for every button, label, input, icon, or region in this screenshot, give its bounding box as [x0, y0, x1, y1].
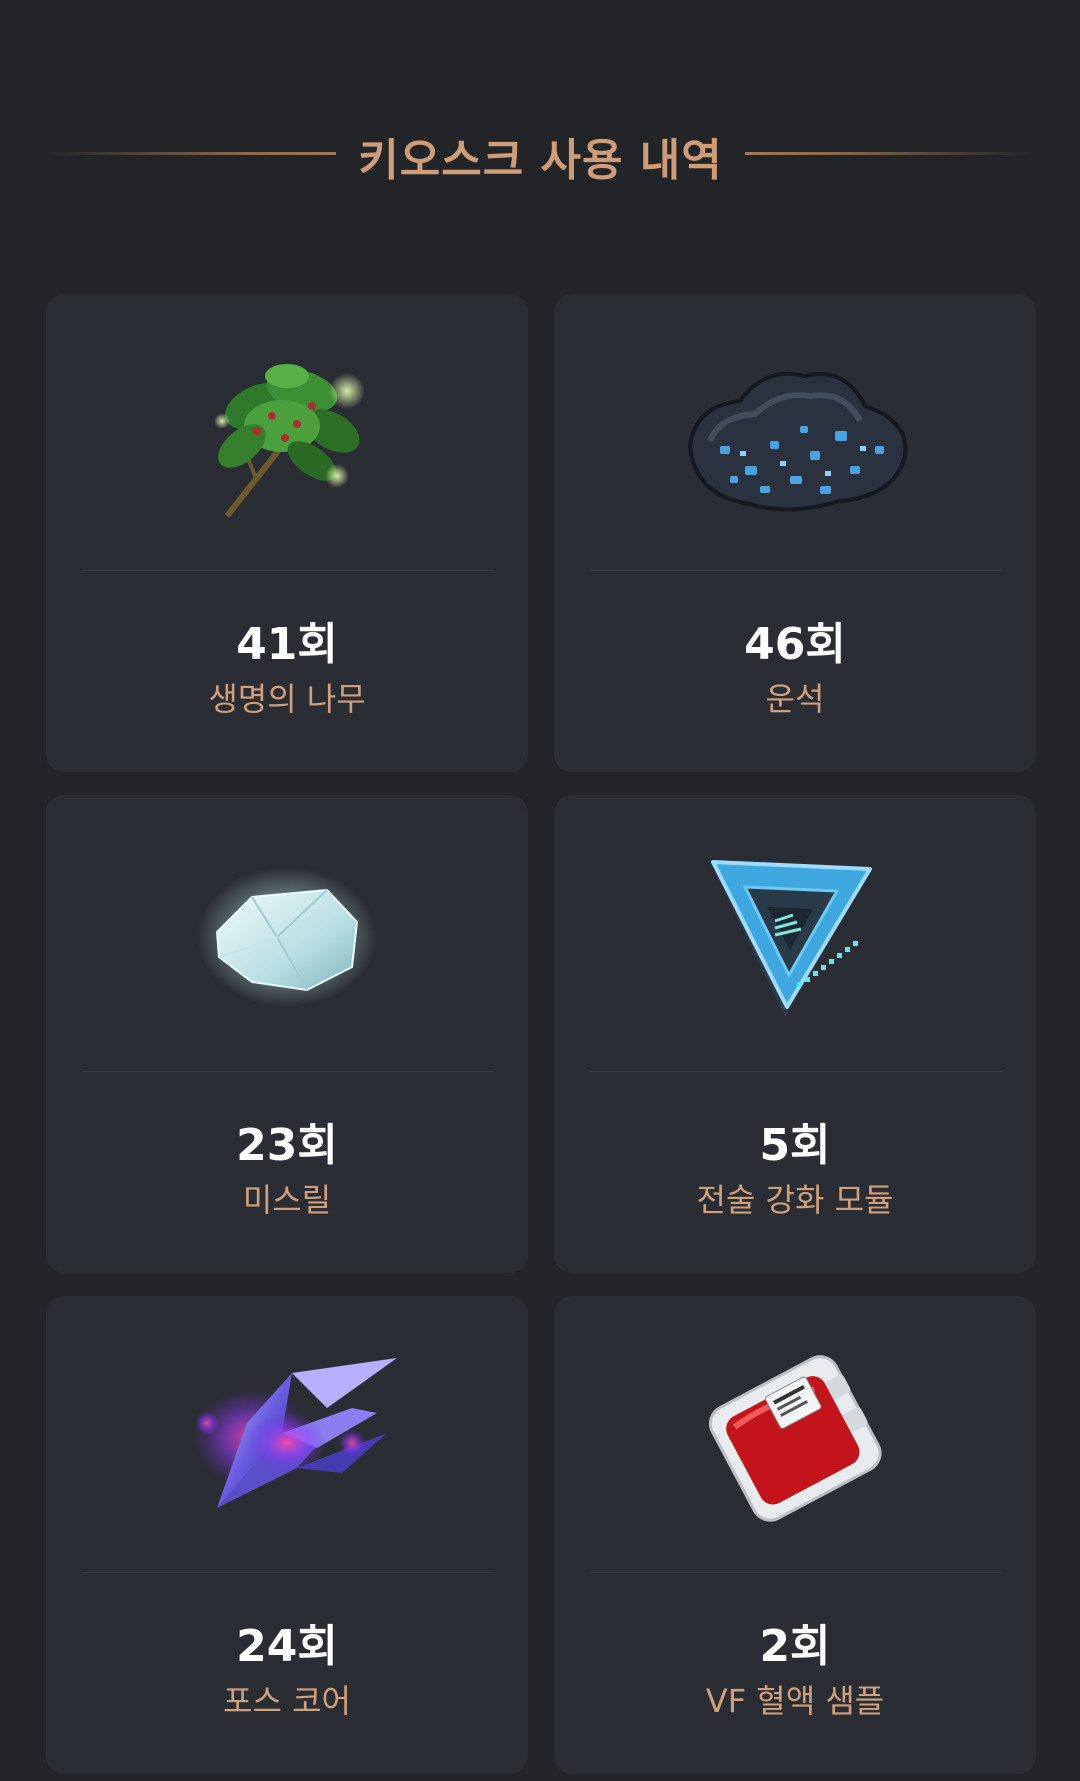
usage-count: 41회 [236, 619, 338, 670]
usage-card: 24회 포스 코어 [46, 1296, 528, 1774]
mithril-crystal-icon [46, 847, 528, 1027]
usage-count: 5회 [759, 1120, 831, 1171]
card-divider [82, 1071, 494, 1072]
usage-card: 2회 VF 혈액 샘플 [554, 1296, 1036, 1774]
card-divider [82, 570, 494, 571]
item-name: 운석 [765, 680, 825, 718]
kiosk-usage-grid: 41회 생명의 나무 46회 운석 23회 미스릴 5회 전술 강화 모듈 24… [46, 294, 1036, 1774]
meteorite-ore-icon [554, 346, 1036, 526]
card-divider [590, 570, 1002, 571]
item-name: 미스릴 [242, 1181, 332, 1219]
force-core-crystal-icon [46, 1348, 528, 1528]
tactical-module-icon [554, 847, 1036, 1027]
usage-count: 2회 [759, 1621, 831, 1672]
header-divider-left [46, 152, 336, 155]
item-name: VF 혈액 샘플 [705, 1682, 885, 1720]
tree-of-life-herb-icon [46, 346, 528, 526]
usage-card: 23회 미스릴 [46, 795, 528, 1273]
item-name: 전술 강화 모듈 [696, 1181, 894, 1219]
usage-count: 23회 [236, 1120, 338, 1171]
card-divider [82, 1572, 494, 1573]
usage-card: 5회 전술 강화 모듈 [554, 795, 1036, 1273]
header-divider-right [745, 152, 1035, 155]
item-name: 포스 코어 [223, 1682, 351, 1720]
usage-count: 24회 [236, 1621, 338, 1672]
card-divider [590, 1071, 1002, 1072]
section-header: 키오스크 사용 내역 [0, 118, 1080, 188]
page-title: 키오스크 사용 내역 [358, 135, 723, 186]
usage-card: 46회 운석 [554, 294, 1036, 772]
usage-card: 41회 생명의 나무 [46, 294, 528, 772]
blood-sample-pack-icon [554, 1348, 1036, 1528]
usage-count: 46회 [744, 619, 846, 670]
item-name: 생명의 나무 [208, 680, 366, 718]
card-divider [590, 1572, 1002, 1573]
